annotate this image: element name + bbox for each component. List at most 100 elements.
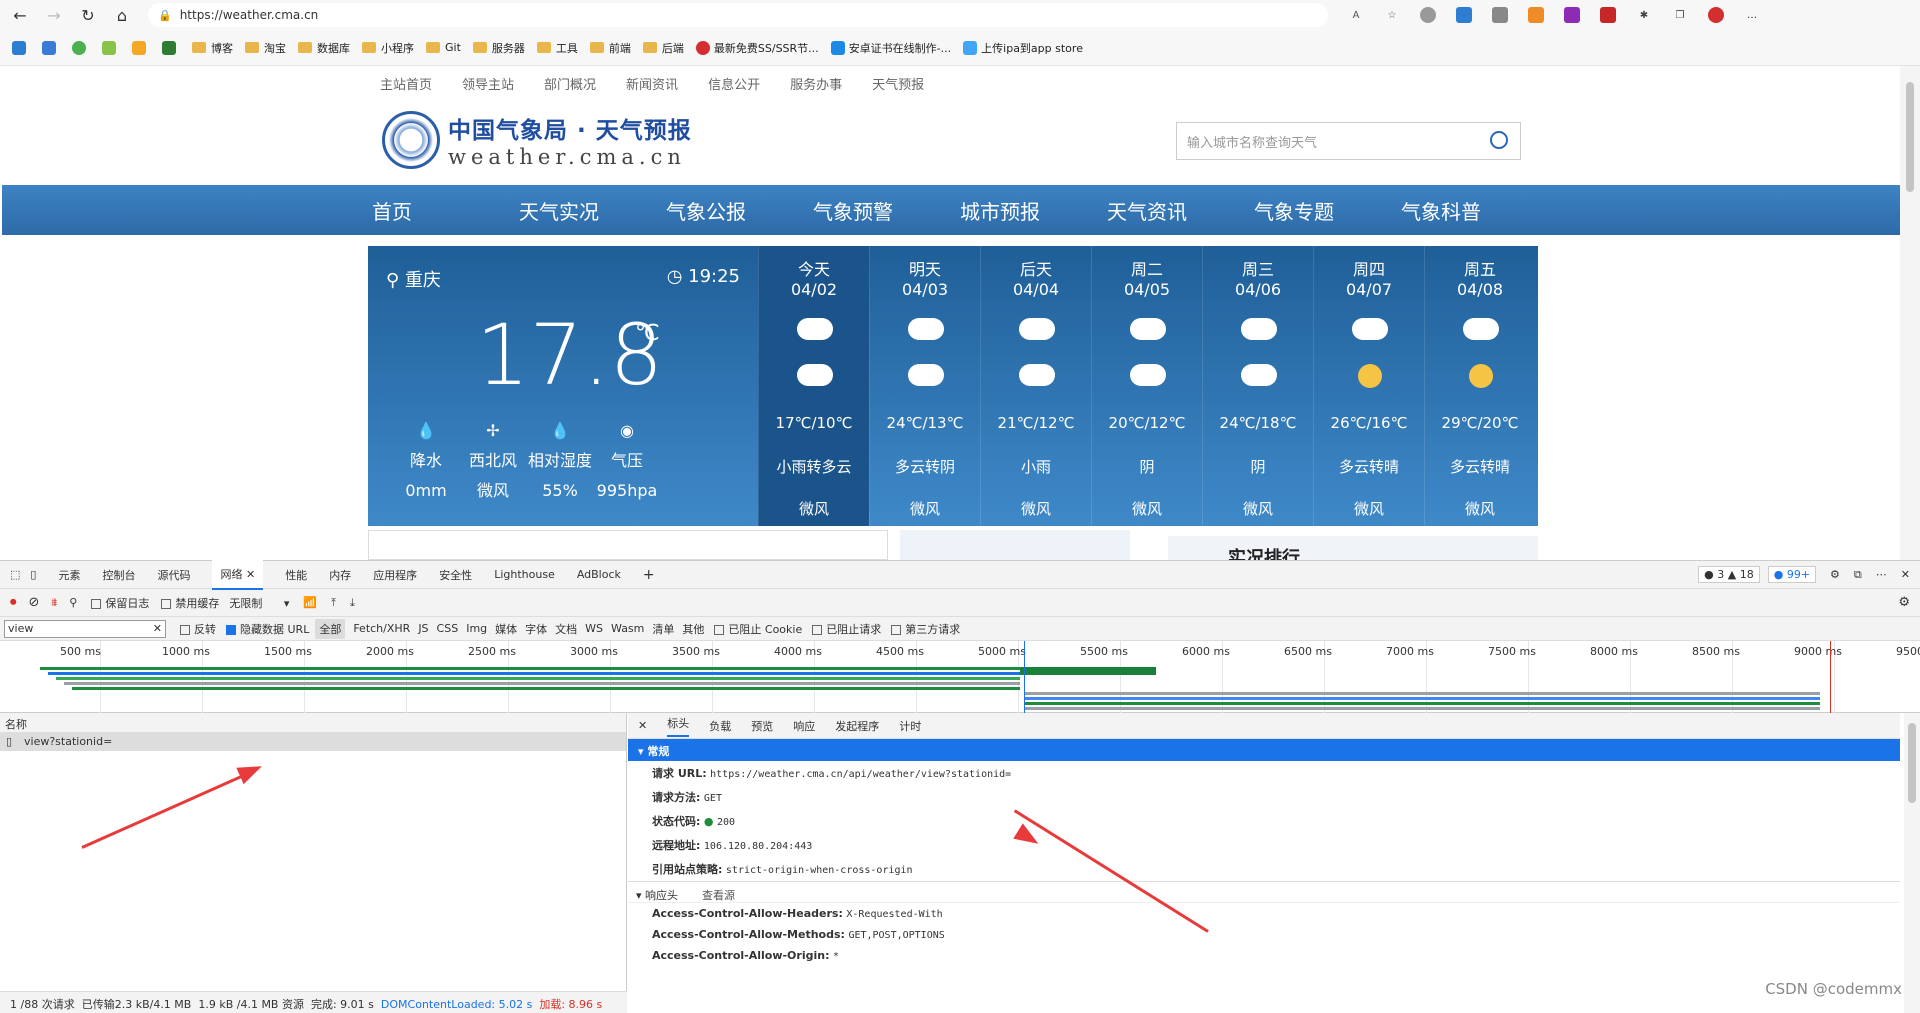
bookmark-favicon[interactable] (102, 41, 116, 55)
bookmark-folder[interactable]: 前端 (590, 40, 631, 56)
checkbox[interactable] (180, 625, 190, 635)
extension-icon[interactable] (1492, 7, 1508, 23)
details-scrollbar[interactable] (1904, 713, 1920, 1013)
top-link[interactable]: 新闻资讯 (626, 74, 678, 93)
city-label[interactable]: ⚲ 重庆 (386, 266, 441, 292)
scrollbar-thumb[interactable] (1906, 82, 1914, 192)
tab-response[interactable]: 响应 (793, 718, 815, 734)
checkbox[interactable] (226, 625, 236, 635)
bookmark-folder[interactable]: 淘宝 (245, 40, 286, 56)
nav-item[interactable]: 城市预报 (960, 196, 1107, 225)
tab-console[interactable]: 控制台 (102, 567, 135, 583)
forecast-day[interactable]: 今天04/0217℃/10℃小雨转多云微风 (758, 246, 869, 526)
close-devtools-icon[interactable]: ✕ (1901, 568, 1910, 581)
tab-initiator[interactable]: 发起程序 (835, 718, 879, 734)
throttle-select[interactable]: 无限制 ▾ (229, 595, 289, 611)
type-filter[interactable]: Img (466, 622, 487, 635)
forecast-day[interactable]: 周二04/0520℃/12℃阴微风 (1091, 246, 1202, 526)
bookmark-favicon[interactable] (72, 41, 86, 55)
tab-application[interactable]: 应用程序 (373, 567, 417, 583)
tab-preview[interactable]: 预览 (751, 718, 773, 734)
top-link[interactable]: 天气预报 (872, 74, 924, 93)
response-section-header[interactable]: ▾ 响应头查看源 (628, 881, 1900, 903)
bookmark-folder[interactable]: 工具 (537, 40, 578, 56)
nav-item[interactable]: 气象公报 (666, 196, 813, 225)
bookmark-favicon[interactable] (162, 41, 176, 55)
more-icon[interactable]: … (1744, 7, 1760, 23)
favorite-icon[interactable]: ☆ (1384, 7, 1400, 23)
extension-icon[interactable] (1528, 7, 1544, 23)
bookmark-folder[interactable]: 后端 (643, 40, 684, 56)
settings-icon[interactable]: ⚙ (1830, 568, 1840, 581)
clear-filter-icon[interactable]: ✕ (153, 622, 162, 635)
bookmark-folder[interactable]: 数据库 (298, 40, 350, 56)
network-overview-timeline[interactable]: 500 ms1000 ms1500 ms2000 ms2500 ms3000 m… (0, 641, 1920, 713)
reload-icon[interactable]: ↻ (74, 3, 102, 27)
type-filter[interactable]: 媒体 (495, 621, 517, 637)
url-field[interactable]: 🔒https://weather.cma.cn (148, 3, 1328, 27)
nav-item[interactable]: 气象科普 (1401, 196, 1548, 225)
forward-icon[interactable]: → (40, 3, 68, 27)
request-row[interactable]: ▯view?stationid= (0, 733, 626, 751)
nav-item[interactable]: 天气资讯 (1107, 196, 1254, 225)
extension-icon[interactable] (1600, 7, 1616, 23)
bookmark-favicon[interactable] (132, 41, 146, 55)
back-icon[interactable]: ← (6, 3, 34, 27)
profile-icon[interactable] (1708, 7, 1724, 23)
bookmark-link[interactable]: 最新免费SS/SSR节... (696, 40, 819, 56)
nav-item[interactable]: 气象预警 (813, 196, 960, 225)
close-details-icon[interactable]: ✕ (638, 719, 647, 732)
tab-sources[interactable]: 源代码 (157, 567, 190, 583)
wifi-icon[interactable]: 📶 (303, 596, 317, 609)
extension-icon[interactable] (1564, 7, 1580, 23)
tab-adblock[interactable]: AdBlock (577, 568, 621, 581)
forecast-day[interactable]: 周四04/0726℃/16℃多云转晴微风 (1313, 246, 1424, 526)
city-search-input[interactable]: 输入城市名称查询天气 (1176, 122, 1521, 160)
add-tab-icon[interactable]: + (643, 567, 655, 583)
scrollbar-thumb[interactable] (1908, 723, 1916, 803)
puzzle-icon[interactable]: ✱ (1636, 7, 1652, 23)
type-filter[interactable]: 清单 (652, 621, 674, 637)
type-filter[interactable]: 文档 (555, 621, 577, 637)
preserve-log-checkbox[interactable]: 保留日志 (91, 595, 149, 611)
dock-icon[interactable]: ⧉ (1854, 568, 1862, 582)
top-link[interactable]: 部门概况 (544, 74, 596, 93)
type-filter[interactable]: JS (418, 622, 428, 635)
bookmark-folder[interactable]: 服务器 (473, 40, 525, 56)
tab-lighthouse[interactable]: Lighthouse (494, 568, 555, 581)
checkbox[interactable] (891, 625, 901, 635)
tab-headers[interactable]: 标头 (667, 715, 689, 737)
upload-icon[interactable]: ⤒ (331, 596, 336, 610)
nav-item[interactable]: 天气实况 (519, 196, 666, 225)
forecast-day[interactable]: 周三04/0624℃/18℃阴微风 (1202, 246, 1313, 526)
read-aloud-icon[interactable]: A (1348, 7, 1364, 23)
extension-icon[interactable] (1456, 7, 1472, 23)
issue-badges[interactable]: ● 3 ▲ 18 (1698, 566, 1760, 583)
blocked-requests-checkbox[interactable]: 已阻止请求 (812, 621, 881, 637)
inspect-icon[interactable]: ⬚ (10, 568, 20, 581)
third-party-checkbox[interactable]: 第三方请求 (891, 621, 960, 637)
collections-icon[interactable]: ❐ (1672, 7, 1688, 23)
type-filter-all[interactable]: 全部 (315, 619, 345, 639)
device-icon[interactable]: ▯ (30, 568, 36, 581)
tab-elements[interactable]: 元素 (58, 567, 80, 583)
bookmark-link[interactable]: 上传ipa到app store (963, 40, 1083, 56)
tab-performance[interactable]: 性能 (285, 567, 307, 583)
type-filter[interactable]: 字体 (525, 621, 547, 637)
info-badge[interactable]: ● 99+ (1768, 566, 1816, 583)
filter-input[interactable]: view✕ (4, 620, 166, 638)
general-section-header[interactable]: ▾ 常规 (628, 739, 1900, 761)
bookmark-favicon[interactable] (42, 41, 56, 55)
bookmark-favicon[interactable] (12, 41, 26, 55)
invert-checkbox[interactable]: 反转 (180, 621, 216, 637)
bookmark-folder[interactable]: Git (426, 41, 461, 54)
nav-item[interactable]: 气象专题 (1254, 196, 1401, 225)
disable-cache-checkbox[interactable]: 禁用缓存 (161, 595, 219, 611)
top-link[interactable]: 主站首页 (380, 74, 432, 93)
forecast-day[interactable]: 周五04/0829℃/20℃多云转晴微风 (1424, 246, 1535, 526)
type-filter[interactable]: 其他 (682, 621, 704, 637)
download-icon[interactable]: ⤓ (350, 596, 355, 610)
nav-item[interactable]: 首页 (372, 196, 519, 225)
clear-icon[interactable]: ⊘ (29, 595, 40, 610)
blocked-cookies-checkbox[interactable]: 已阻止 Cookie (714, 621, 802, 637)
